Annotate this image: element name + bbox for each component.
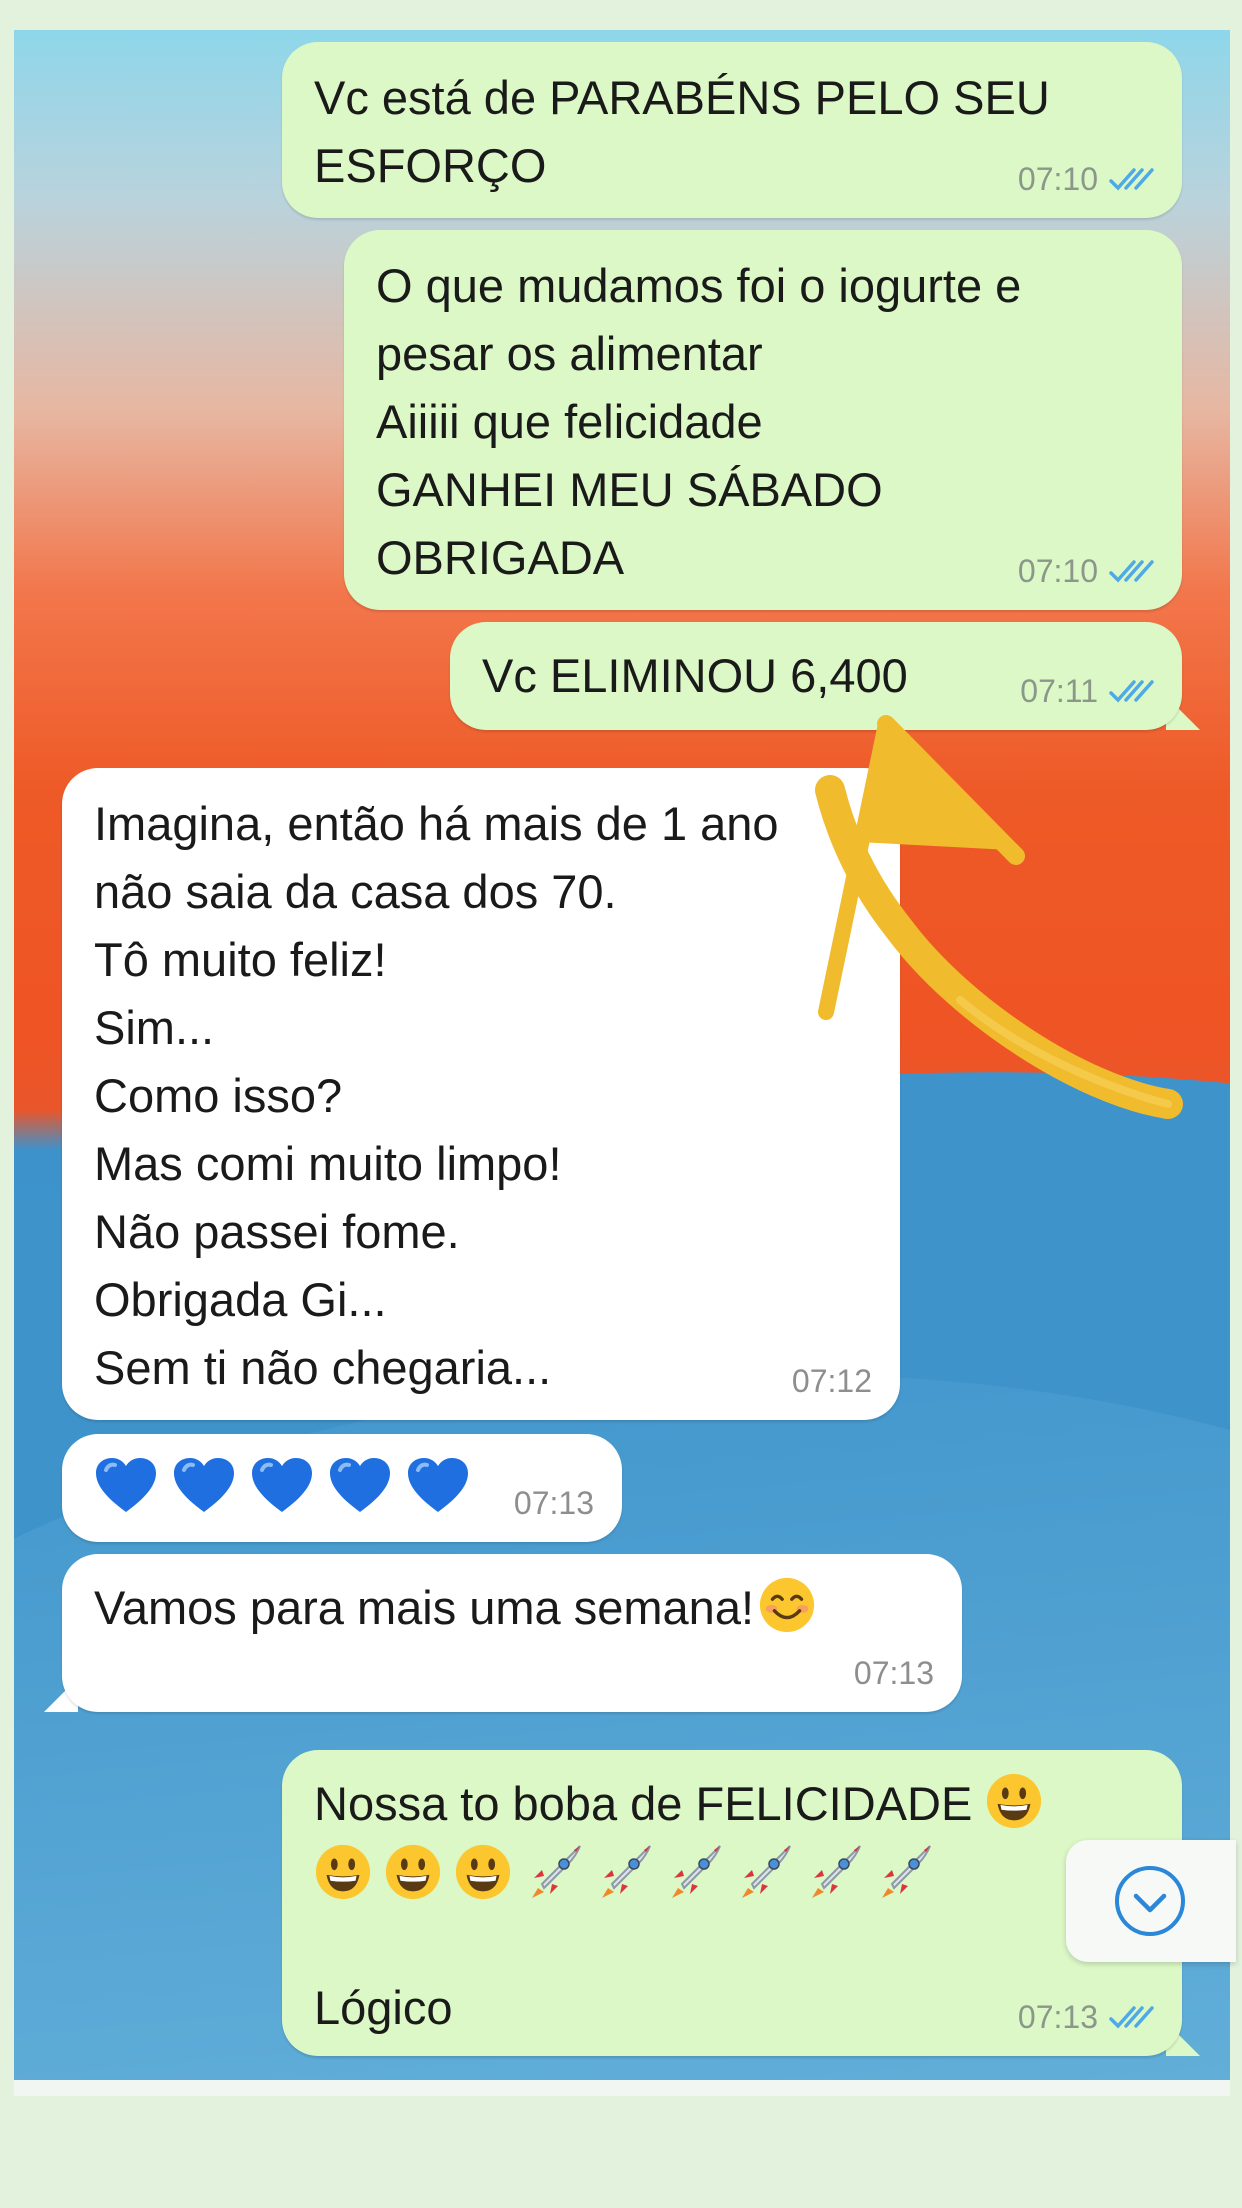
message-line-1: Nossa to boba de FELICIDADE [314,1770,1152,1838]
message-time: 07:10 [1017,161,1098,197]
message-meta: 07:13 [1018,2000,1154,2034]
message-text: O que mudamos foi o iogurte e pesar os a… [376,259,1022,584]
message-text: Vamos para mais uma semana! [94,1581,755,1634]
message-time: 07:12 [791,1363,872,1399]
message-meta: 07:13 [514,1486,594,1520]
rocket-icon [532,1845,581,1898]
message-line: Vamos para mais uma semana! [94,1574,932,1642]
grinning-face-icon [987,1773,1042,1829]
rocket-icon [812,1845,861,1898]
message-bubble-outgoing[interactable]: Vc ELIMINOU 6,400 07:11 [450,622,1182,730]
emoji-row [314,1838,1152,1906]
message-meta: 07:12 [792,1364,872,1398]
message-time: 07:13 [1017,1999,1098,2035]
message-time: 07:11 [1020,673,1098,709]
message-meta: 07:11 [1020,674,1154,708]
rocket-icon [602,1845,651,1898]
message-meta: 07:10 [1018,554,1154,588]
grinning-face-icon [455,1844,511,1900]
message-time: 07:10 [1017,553,1098,589]
message-meta: 07:10 [1018,162,1154,196]
blue-heart-icon [174,1458,234,1512]
chevron-down-circle-icon [1115,1866,1185,1936]
message-bubble-outgoing[interactable]: Nossa to boba de FELICIDADE Lógico 07:13 [282,1750,1182,2056]
blue-heart-icon [330,1458,390,1512]
blue-heart-icon [96,1458,156,1512]
message-bubble-incoming[interactable]: 💙💙💙💙💙 07:13 [62,1434,622,1542]
message-time: 07:13 [513,1485,594,1521]
double-check-icon [1109,680,1154,703]
message-time: 07:13 [853,1655,934,1691]
message-bubble-incoming[interactable]: Vamos para mais uma semana! 07:13 [62,1554,962,1712]
grinning-face-icon [315,1844,371,1900]
message-bubble-outgoing[interactable]: O que mudamos foi o iogurte e pesar os a… [344,230,1182,610]
message-text: Nossa to boba de FELICIDADE [314,1777,973,1830]
scroll-to-bottom-button[interactable] [1066,1840,1236,1962]
double-check-icon [1109,2006,1154,2029]
message-meta: 07:13 [854,1656,934,1690]
double-check-icon [1109,168,1154,191]
grinning-face-icon [385,1844,441,1900]
double-check-icon [1109,560,1154,583]
message-bubble-outgoing[interactable]: Vc está de PARABÉNS PELO SEU ESFORÇO 07:… [282,42,1182,218]
blue-heart-icon [408,1458,468,1512]
rocket-icon [672,1845,721,1898]
rocket-icon [882,1845,931,1898]
rocket-icon [742,1845,791,1898]
message-bubble-incoming[interactable]: Imagina, então há mais de 1 ano não saia… [62,768,900,1420]
blue-heart-icon [252,1458,312,1512]
smiling-face-icon [759,1577,815,1633]
screen-bottom-edge [14,2080,1230,2096]
message-text: Imagina, então há mais de 1 ano não saia… [94,797,779,1394]
